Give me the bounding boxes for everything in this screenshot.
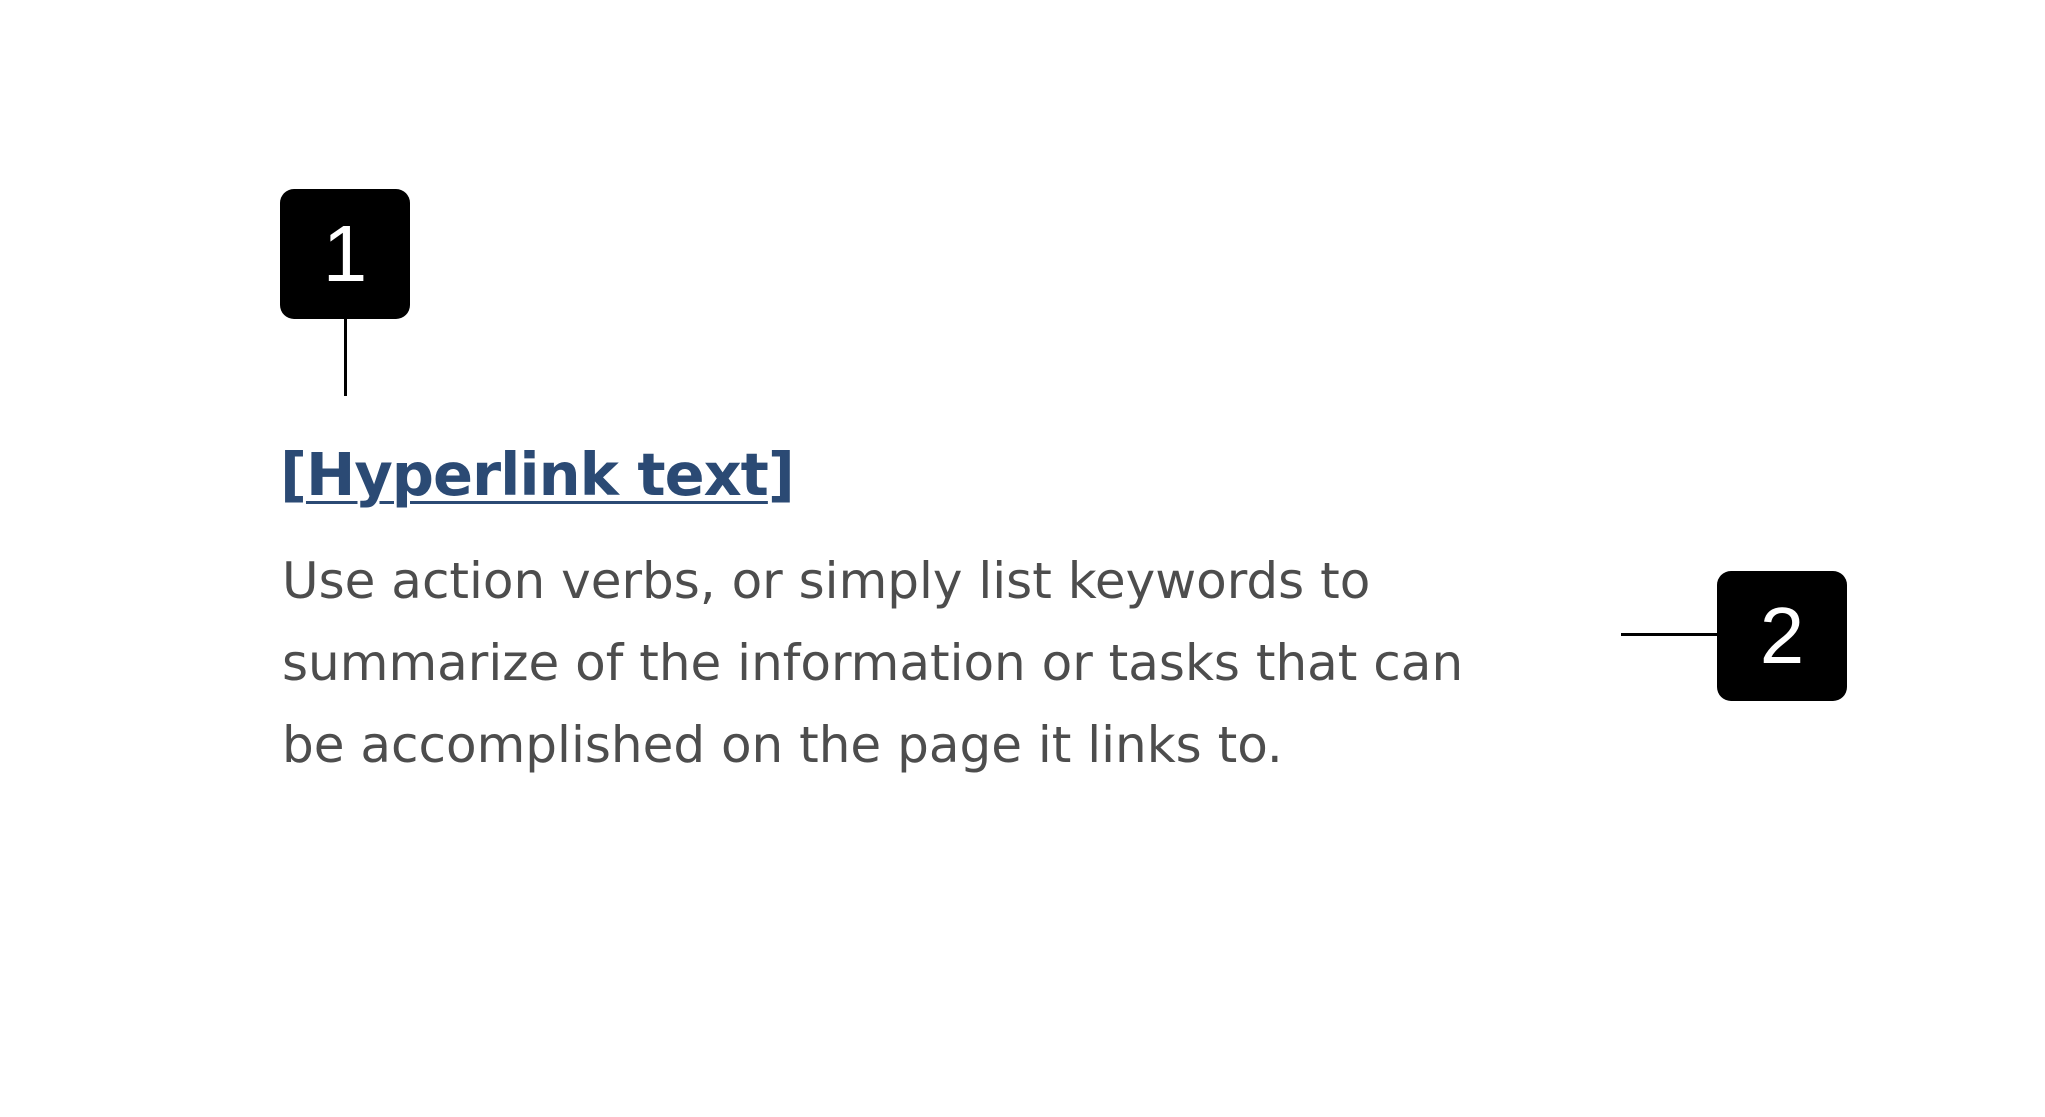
callout-badge-1: 1 [280, 189, 410, 319]
description-line-3: be accomplished on the page it links to. [282, 716, 1283, 774]
callout-badge-2: 2 [1717, 571, 1847, 701]
callout-leader-line-1 [344, 318, 347, 396]
hyperlink-text[interactable]: Hyperlink text [306, 440, 769, 509]
description-line-2: summarize of the information or tasks th… [282, 634, 1464, 692]
open-bracket: [ [280, 440, 307, 509]
hyperlink-example[interactable]: [Hyperlink text] [280, 440, 795, 509]
link-description: Use action verbs, or simply list keyword… [282, 540, 1542, 786]
description-line-1: Use action verbs, or simply list keyword… [282, 552, 1371, 610]
close-bracket: ] [767, 440, 795, 509]
callout-leader-line-2 [1621, 633, 1718, 636]
